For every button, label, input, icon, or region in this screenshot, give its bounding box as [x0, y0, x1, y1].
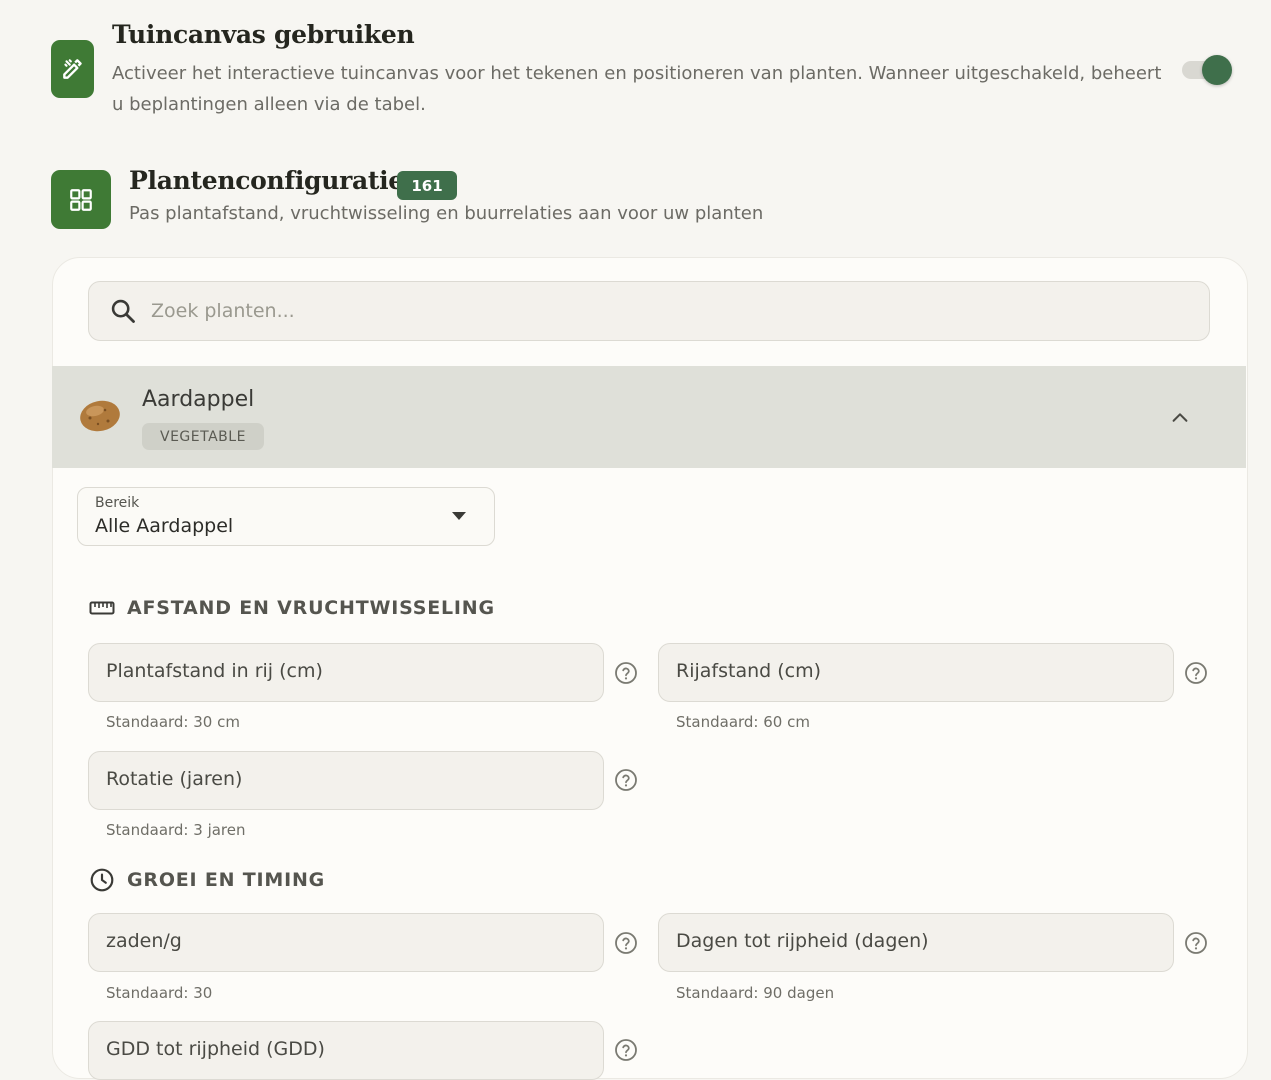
pencil-ruler-icon — [62, 59, 82, 79]
between-row-spacing-field[interactable]: Rijafstand (cm) — [658, 643, 1174, 702]
spacing-section-header: AFSTAND EN VRUCHTWISSELING — [89, 597, 495, 619]
plant-config-title: Plantenconfiguratie — [129, 166, 404, 195]
between-row-spacing-label: Rijafstand (cm) — [676, 660, 822, 682]
days-to-maturity-field[interactable]: Dagen tot rijpheid (dagen) — [658, 913, 1174, 972]
seeds-per-gram-field[interactable]: zaden/g — [88, 913, 604, 972]
search-placeholder: Zoek planten... — [151, 300, 295, 322]
plant-count-badge: 161 — [397, 171, 457, 200]
help-icon[interactable] — [614, 661, 638, 685]
scope-value: Alle Aardappel — [95, 515, 234, 537]
ruler-icon — [89, 601, 115, 615]
help-icon[interactable] — [1184, 661, 1208, 685]
rotation-label: Rotatie (jaren) — [106, 768, 243, 790]
help-icon[interactable] — [614, 1038, 638, 1062]
plant-config-description: Pas plantafstand, vruchtwisseling en buu… — [129, 203, 764, 224]
search-input[interactable]: Zoek planten... — [88, 281, 1210, 341]
canvas-setting-title: Tuincanvas gebruiken — [112, 20, 415, 49]
clock-icon — [90, 868, 114, 892]
plant-category-chip: VEGETABLE — [142, 423, 264, 450]
rotation-helper: Standaard: 3 jaren — [106, 821, 246, 839]
rotation-field[interactable]: Rotatie (jaren) — [88, 751, 604, 810]
days-to-maturity-label: Dagen tot rijpheid (dagen) — [676, 930, 929, 952]
scope-select[interactable]: Bereik Alle Aardappel — [77, 487, 495, 546]
plant-name: Aardappel — [142, 387, 255, 412]
help-icon[interactable] — [614, 931, 638, 955]
plant-row-aardappel[interactable]: Aardappel VEGETABLE — [52, 366, 1246, 468]
growth-section-title: GROEI EN TIMING — [127, 869, 326, 891]
canvas-toggle[interactable] — [1180, 55, 1234, 85]
canvas-setting-description: Activeer het interactieve tuincanvas voo… — [112, 63, 1162, 115]
plant-config-icon-tile — [51, 170, 111, 229]
row-spacing-label: Plantafstand in rij (cm) — [106, 660, 323, 682]
help-icon[interactable] — [614, 768, 638, 792]
row-spacing-field[interactable]: Plantafstand in rij (cm) — [88, 643, 604, 702]
days-to-maturity-helper: Standaard: 90 dagen — [676, 984, 835, 1002]
help-icon[interactable] — [1184, 931, 1208, 955]
scope-label: Bereik — [95, 495, 140, 511]
grid-icon — [70, 188, 92, 211]
seeds-per-gram-helper: Standaard: 30 — [106, 984, 213, 1002]
canvas-setting-icon-tile — [51, 40, 94, 98]
gdd-to-maturity-field[interactable]: GDD tot rijpheid (GDD) — [88, 1021, 604, 1080]
seeds-per-gram-label: zaden/g — [106, 930, 182, 952]
toggle-knob — [1202, 55, 1232, 85]
chevron-up-icon[interactable] — [1169, 407, 1191, 429]
between-row-spacing-helper: Standaard: 60 cm — [676, 713, 810, 731]
spacing-section-title: AFSTAND EN VRUCHTWISSELING — [127, 597, 495, 619]
dropdown-arrow-icon — [452, 512, 466, 520]
search-icon — [111, 299, 135, 323]
potato-icon — [80, 400, 120, 432]
growth-section-header: GROEI EN TIMING — [89, 867, 325, 893]
gdd-to-maturity-label: GDD tot rijpheid (GDD) — [106, 1038, 325, 1060]
row-spacing-helper: Standaard: 30 cm — [106, 713, 240, 731]
